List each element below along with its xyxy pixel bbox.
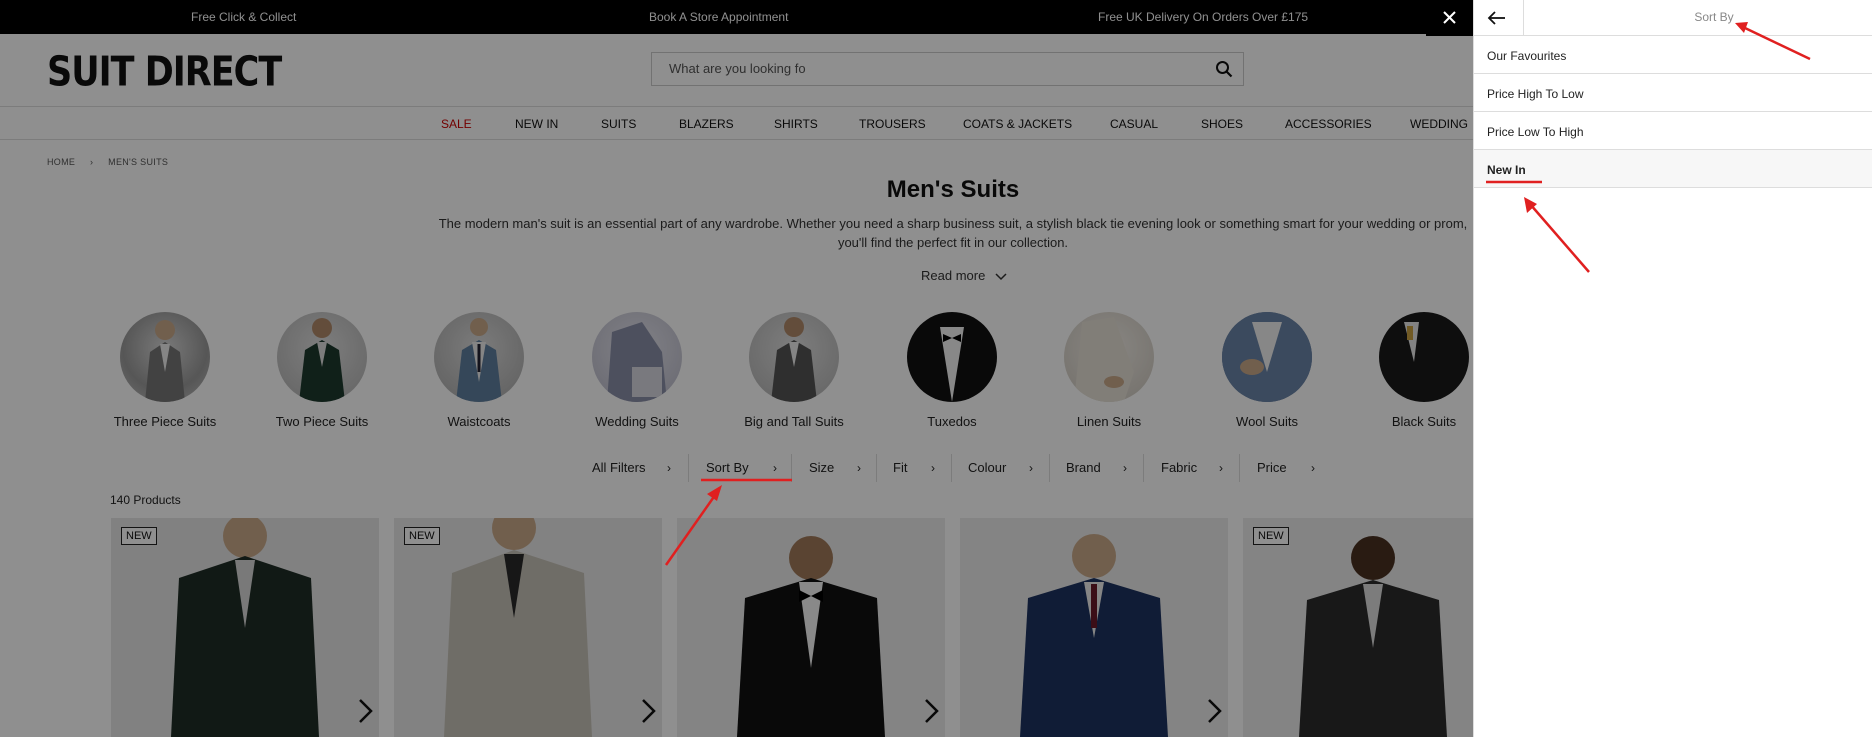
close-icon (1443, 11, 1456, 24)
sort-option-label: Our Favourites (1487, 49, 1567, 63)
sort-option-price-low-to-high[interactable]: Price Low To High (1474, 112, 1872, 150)
panel-header: Sort By (1474, 0, 1872, 36)
panel-title: Sort By (1694, 10, 1734, 24)
close-button[interactable] (1426, 0, 1473, 36)
modal-overlay[interactable] (0, 0, 1473, 737)
sort-option-our-favourites[interactable]: Our Favourites (1474, 36, 1872, 74)
sort-option-label: Price Low To High (1487, 125, 1584, 139)
sort-option-price-high-to-low[interactable]: Price High To Low (1474, 74, 1872, 112)
sort-option-label: Price High To Low (1487, 87, 1584, 101)
sort-option-label: New In (1487, 163, 1526, 177)
sort-panel: Sort By Our Favourites Price High To Low… (1473, 0, 1872, 737)
sort-option-new-in[interactable]: New In (1474, 150, 1872, 188)
